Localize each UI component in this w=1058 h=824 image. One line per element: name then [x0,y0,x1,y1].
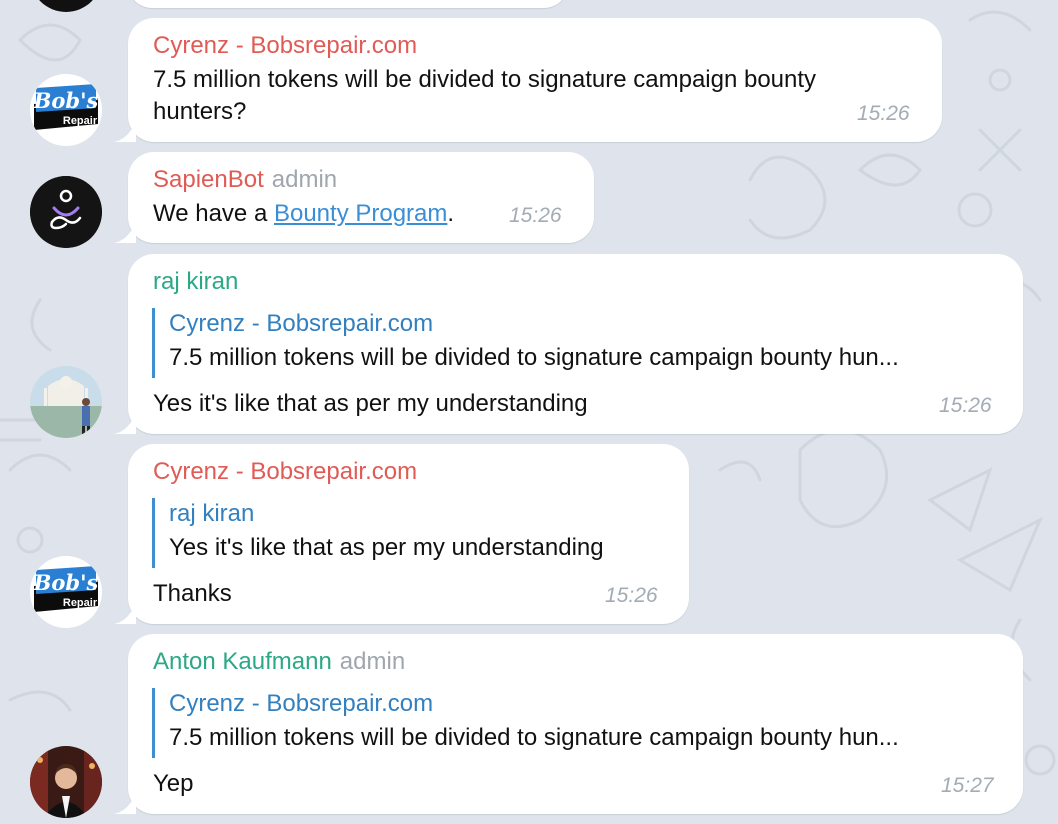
reply-sender-name: raj kiran [169,500,255,527]
message-time: 15:26 [939,394,992,417]
sender-name[interactable]: Cyrenz - Bobsrepair.com [153,458,417,485]
message-bubble: raj kiran Cyrenz - Bobsrepair.com 7.5 mi… [128,254,1023,434]
message-bubble: Anton Kaufmann admin Cyrenz - Bobsrepair.… [128,634,1023,814]
reply-quote[interactable]: raj kiran Yes it's like that as per my u… [152,498,604,568]
reply-quote[interactable]: Cyrenz - Bobsrepair.com 7.5 million toke… [152,308,899,378]
message-bubble [128,0,568,8]
admin-badge: admin [271,166,338,193]
message-time: 15:27 [941,774,994,797]
sender-name[interactable]: SapienBot [153,166,264,193]
avatar[interactable] [30,366,102,438]
reply-text: 7.5 million tokens will be divided to si… [169,344,899,371]
avatar[interactable] [30,176,102,248]
avatar[interactable] [30,746,102,818]
message-time: 15:26 [509,204,562,227]
user-photo-icon [30,746,102,818]
reply-text: 7.5 million tokens will be divided to si… [169,724,899,751]
avatar[interactable]: Bob's Repair [30,74,102,146]
message-text: Yes it's like that as per my understandi… [153,390,588,417]
bobs-repair-logo-icon: Bob's Repair [30,74,102,146]
sender-name[interactable]: raj kiran [153,268,238,295]
svg-text:Repair: Repair [63,115,98,127]
sapien-bot-logo-icon [30,176,102,248]
sender-name[interactable]: Anton Kaufmann [153,648,332,675]
reply-sender-name: Cyrenz - Bobsrepair.com [169,690,434,717]
svg-text:Repair: Repair [63,597,98,609]
message-text-line: hunters? [153,98,247,125]
message-time: 15:26 [857,102,910,125]
reply-text: Yes it's like that as per my understandi… [169,534,604,561]
bounty-program-link[interactable]: Bounty Program [274,200,447,227]
reply-sender-name: Cyrenz - Bobsrepair.com [169,310,434,337]
message-bubble: Cyrenz - Bobsrepair.com raj kiran Yes it… [128,444,689,624]
message-text: We have a Bounty Program. [153,200,455,227]
user-photo-icon [30,366,102,438]
svg-text:Bob's: Bob's [33,570,99,595]
admin-badge: admin [339,648,406,675]
message-time: 15:26 [605,584,658,607]
message-bubble: SapienBot admin We have a Bounty Program.… [128,152,594,243]
message-text: Thanks [153,580,232,607]
message-text: Yep [153,770,194,797]
svg-text:Bob's: Bob's [33,88,99,113]
sender-name[interactable]: Cyrenz - Bobsrepair.com [153,32,417,59]
bobs-repair-logo-icon: Bob's Repair [30,556,102,628]
reply-quote[interactable]: Cyrenz - Bobsrepair.com 7.5 million toke… [152,688,899,758]
message-text-line: 7.5 million tokens will be divided to si… [153,66,817,93]
avatar[interactable]: Bob's Repair [30,556,102,628]
message-bubble: Cyrenz - Bobsrepair.com 7.5 million toke… [128,18,942,142]
